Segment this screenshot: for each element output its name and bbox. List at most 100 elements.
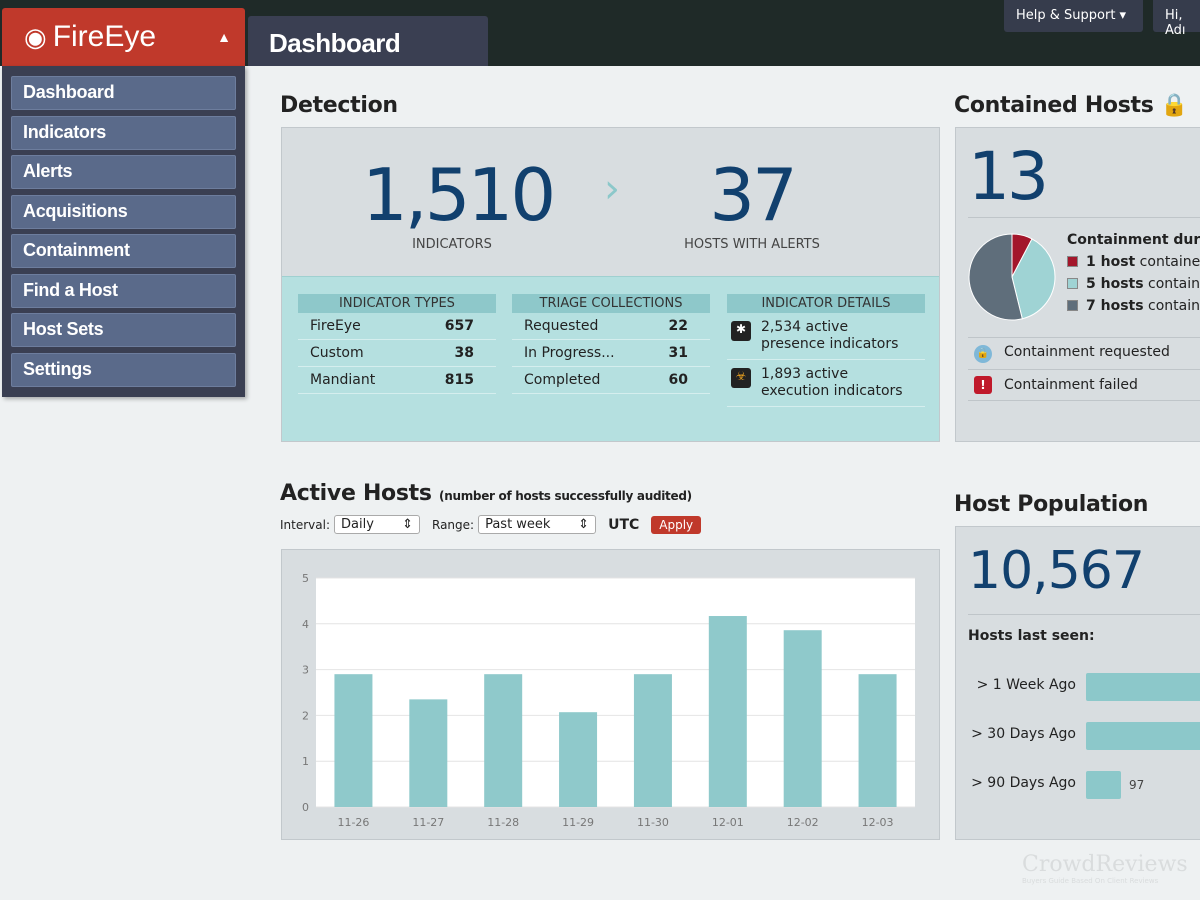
row-label: Completed [524,372,601,388]
table-row[interactable]: Requested 22 [512,313,710,340]
user-menu-button[interactable]: Hi, Adı [1153,0,1200,38]
plot-area [316,578,915,807]
row-label: FireEye [310,318,361,334]
indicators-count: 1,510 [362,153,556,237]
x-tick-label: 12-03 [862,816,894,829]
legend-text: containec [1139,254,1200,270]
last-seen-week-label: > 1 Week Ago [976,677,1076,693]
nav-dashboard[interactable]: Dashboard [11,76,236,110]
hosts-alerts-count: 37 [709,153,798,237]
row-value: 60 [668,372,688,388]
range-select[interactable]: Past week ⇕ [478,515,597,534]
bar [334,674,373,807]
chevron-right-icon: › [604,166,620,212]
row-value: 657 [444,318,474,334]
active-hosts-bar-chart: 0 1 2 3 4 5 11-26 11-27 11-28 11-29 11-30 12-01 12-0… [302,572,915,829]
indicator-details: INDICATOR DETAILS ✱ 2,534 active presence… [727,294,925,407]
nav-find-host[interactable]: Find a Host [11,273,236,308]
contained-title-text: Contained Hosts [954,93,1154,118]
range-value: Past week [485,517,551,532]
table-row[interactable]: FireEye 657 [298,313,496,340]
last-seen-week-bar[interactable] [1086,673,1200,701]
active-hosts-title: Active Hosts (number of hosts successful… [280,481,692,506]
contained-hosts-panel: 13 Containment durat 1 host containec 5 … [955,127,1200,442]
triage-header: TRIAGE COLLECTIONS [512,294,710,313]
indicators-stat[interactable]: 1,510 INDICATORS [362,153,556,252]
active-hosts-chart-panel: 0 1 2 3 4 5 11-26 11-27 11-28 11-29 11-30 12-01 12-0… [281,549,940,840]
bar [409,699,448,807]
lock-icon: 🔒 [1160,93,1189,118]
nav-indicators[interactable]: Indicators [11,115,236,150]
x-tick-label: 11-29 [562,816,594,829]
lock-circle-icon: 🔒 [974,345,992,363]
list-item[interactable]: ✱ 2,534 active presence indicators [727,313,925,360]
status-failed[interactable]: ! Containment failed [968,370,1200,401]
timezone-label: UTC [608,516,640,533]
apply-button[interactable]: Apply [651,515,702,534]
logo-text: FireEye [52,20,157,53]
x-tick-label: 11-28 [487,816,519,829]
nav-containment[interactable]: Containment [11,234,236,268]
select-arrows-icon: ⇕ [402,517,413,532]
status-requested[interactable]: 🔒 Containment requested [968,338,1200,370]
indicators-label: INDICATORS [412,237,492,252]
y-tick-label: 4 [302,618,309,631]
active-title-text: Active Hosts [280,481,432,506]
interval-value: Daily [341,517,374,532]
table-row[interactable]: Custom 38 [298,340,496,367]
help-support-button[interactable]: Help & Support ▾ [1004,0,1143,32]
interval-select[interactable]: Daily ⇕ [334,515,420,534]
row-label: Mandiant [310,372,376,388]
list-item[interactable]: ☣ 1,893 active execution indicators [727,360,925,407]
status-text: Containment requested [1004,344,1170,360]
watermark-name: CrowdReviews [1022,852,1188,877]
nav-alerts[interactable]: Alerts [11,155,236,189]
watermark-tag: Buyers Guide Based On Client Reviews [1022,877,1159,885]
bar [633,674,672,807]
table-row[interactable]: Mandiant 815 [298,367,496,394]
legend-item[interactable]: 5 hosts containe [1067,273,1200,295]
last-seen-90-value: 97 [1129,778,1145,792]
swatch-red [1067,256,1078,267]
fireeye-eye-icon: ◉ [24,21,47,52]
bar [708,616,747,807]
bar [783,630,822,807]
y-tick-label: 0 [302,801,309,814]
nav-settings[interactable]: Settings [11,352,236,387]
table-row[interactable]: In Progress... 31 [512,340,710,367]
sidebar-nav: Dashboard Indicators Alerts Acquisitions… [2,66,245,397]
x-tick-label: 11-26 [337,816,369,829]
legend-title: Containment durat [1067,232,1200,248]
table-row[interactable]: Completed 60 [512,367,710,394]
y-tick-label: 2 [302,709,309,722]
hosts-alerts-stat[interactable]: 37 HOSTS WITH ALERTS [672,153,832,252]
caret-up-icon: ▲ [217,29,231,45]
detection-title: Detection [280,93,398,118]
row-label: Requested [524,318,599,334]
containment-legend: Containment durat 1 host containec 5 hos… [1067,229,1200,317]
x-tick-label: 12-02 [787,816,819,829]
indicator-details-header: INDICATOR DETAILS [727,294,925,313]
legend-item[interactable]: 1 host containec [1067,251,1200,273]
contained-hosts-title: Contained Hosts 🔒 [954,93,1188,118]
alert-lock-icon: ! [974,376,992,394]
last-seen-30-bar[interactable] [1086,722,1200,750]
x-tick-label: 11-27 [412,816,444,829]
row-value: 22 [668,318,688,334]
legend-text: containe [1148,298,1200,314]
bug-icon: ✱ [731,321,751,341]
status-text: Containment failed [1004,377,1138,393]
host-count: 10,567 [968,541,1145,601]
select-arrows-icon: ⇕ [578,517,590,532]
last-seen-90-bar[interactable] [1086,771,1121,799]
legend-bold: 1 host [1086,254,1136,270]
containment-pie-chart [968,233,1056,321]
nav-acquisitions[interactable]: Acquisitions [11,194,236,229]
triage-collections: TRIAGE COLLECTIONS Requested 22 In Progre… [512,294,710,394]
legend-item[interactable]: 7 hosts containe [1067,295,1200,317]
x-tick-label: 12-01 [712,816,744,829]
nav-host-sets[interactable]: Host Sets [11,313,236,347]
active-subtitle: (number of hosts successfully audited) [439,489,692,503]
row-value: 31 [668,345,688,361]
fireeye-logo-menu[interactable]: ◉ FireEye ▲ [2,8,245,66]
